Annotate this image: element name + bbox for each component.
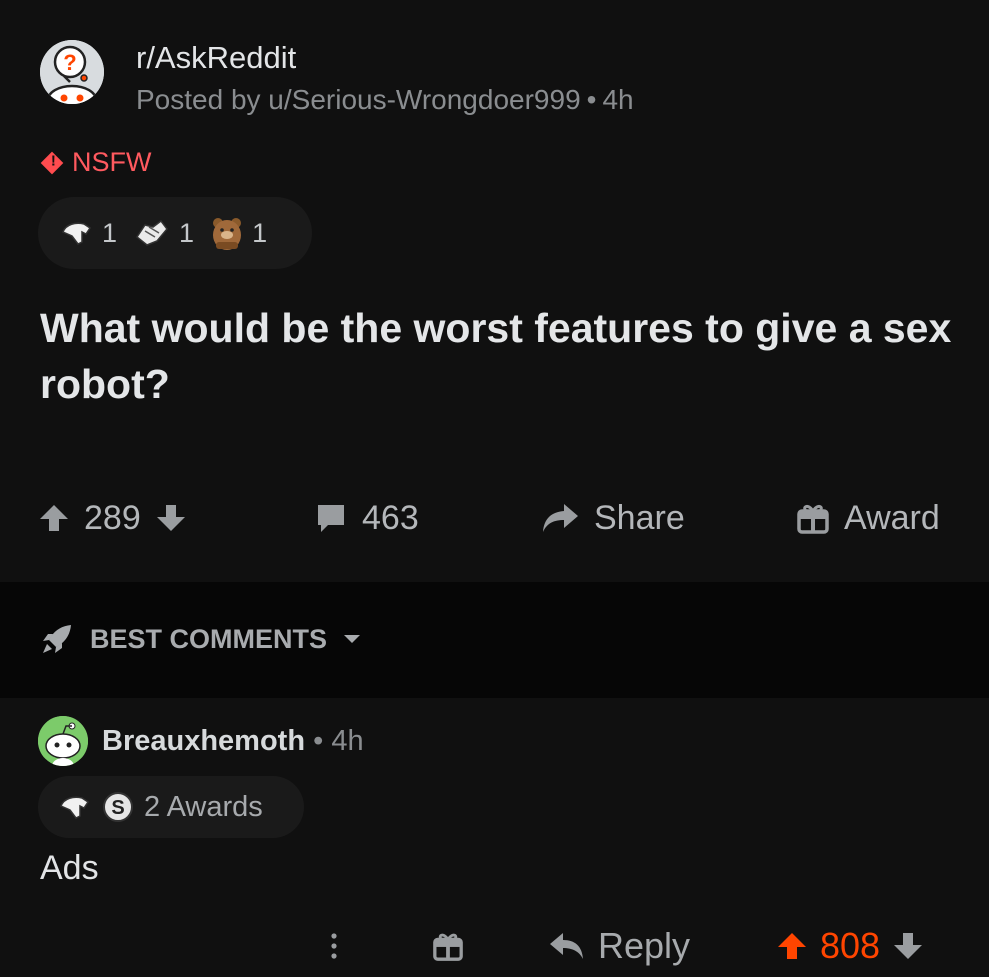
subreddit-name[interactable]: r/AskReddit <box>136 40 296 76</box>
comment-awards[interactable]: S 2 Awards <box>38 776 304 838</box>
silver-award-icon: S <box>103 792 133 822</box>
more-vertical-icon <box>331 933 337 959</box>
comment-age: 4h <box>331 725 364 757</box>
svg-text:S: S <box>111 797 124 819</box>
downvote-arrow-icon[interactable] <box>892 930 924 962</box>
comment-vote-group: 808 <box>776 922 924 970</box>
post-card: ? r/AskReddit Posted by u/Serious-Wrongd… <box>0 0 989 582</box>
more-options-button[interactable] <box>326 922 342 970</box>
nsfw-badge: NSFW <box>38 147 151 178</box>
post-age: 4h <box>602 84 634 115</box>
give-award-button[interactable] <box>432 922 464 970</box>
reply-label: Reply <box>598 925 691 966</box>
rocket-icon <box>43 625 71 653</box>
chevron-down-icon <box>344 635 361 643</box>
comment-body: Ads <box>40 849 99 887</box>
upvote-count: 289 <box>84 498 141 537</box>
comment-bubble-icon <box>318 505 344 532</box>
meta-separator: • <box>586 84 597 115</box>
downvote-arrow-icon[interactable] <box>155 502 187 534</box>
share-label: Share <box>594 498 685 537</box>
award-item: 1 <box>133 217 194 249</box>
handshake-award-icon <box>136 219 168 246</box>
sort-dropdown[interactable]: BEST COMMENTS <box>40 622 361 656</box>
award-count: 1 <box>252 217 268 248</box>
post-author[interactable]: Posted by u/Serious-Wrongdoer999 <box>136 84 581 115</box>
meta-separator: • <box>313 725 324 757</box>
share-button[interactable]: Share <box>540 490 685 546</box>
nsfw-label: NSFW <box>72 147 152 177</box>
award-button[interactable]: Award <box>796 490 940 546</box>
reply-button[interactable]: Reply <box>548 922 690 970</box>
svg-text:?: ? <box>63 50 76 75</box>
comment-count: 463 <box>362 498 419 537</box>
sort-label: BEST COMMENTS <box>90 623 328 654</box>
award-count: 1 <box>102 217 118 248</box>
comment-meta: Breauxhemoth • 4h <box>102 725 364 758</box>
bear-award-icon <box>213 218 242 250</box>
award-count: 1 <box>179 217 195 248</box>
comment-score: 808 <box>820 925 881 966</box>
post-title[interactable]: What would be the worst features to give… <box>40 300 970 412</box>
reply-arrow-icon <box>550 933 583 959</box>
upvote-arrow-icon[interactable] <box>776 930 808 962</box>
hand-award-icon <box>62 222 92 245</box>
vote-group: 289 <box>38 490 187 546</box>
awards-count-label: 2 Awards <box>144 790 263 823</box>
award-item: 1 <box>60 218 117 249</box>
avatar[interactable] <box>38 716 88 766</box>
comment-username[interactable]: Breauxhemoth <box>102 725 305 757</box>
award-item: 1 <box>210 215 267 251</box>
post-awards[interactable]: 1 1 1 <box>38 197 312 269</box>
award-label: Award <box>844 498 940 537</box>
hand-award-icon <box>60 796 90 819</box>
comments-button[interactable]: 463 <box>314 490 419 546</box>
nsfw-warning-icon <box>40 151 64 174</box>
gift-icon <box>433 933 463 961</box>
askreddit-icon: ? <box>40 40 104 104</box>
subreddit-avatar[interactable]: ? <box>40 40 104 104</box>
post-action-bar: 289 463 Share Award <box>0 490 989 550</box>
share-arrow-icon <box>543 504 578 532</box>
upvote-arrow-icon[interactable] <box>38 502 70 534</box>
snoo-avatar-icon <box>38 716 88 766</box>
gift-icon <box>797 504 829 534</box>
post-meta: Posted by u/Serious-Wrongdoer999 • 4h <box>136 84 634 116</box>
